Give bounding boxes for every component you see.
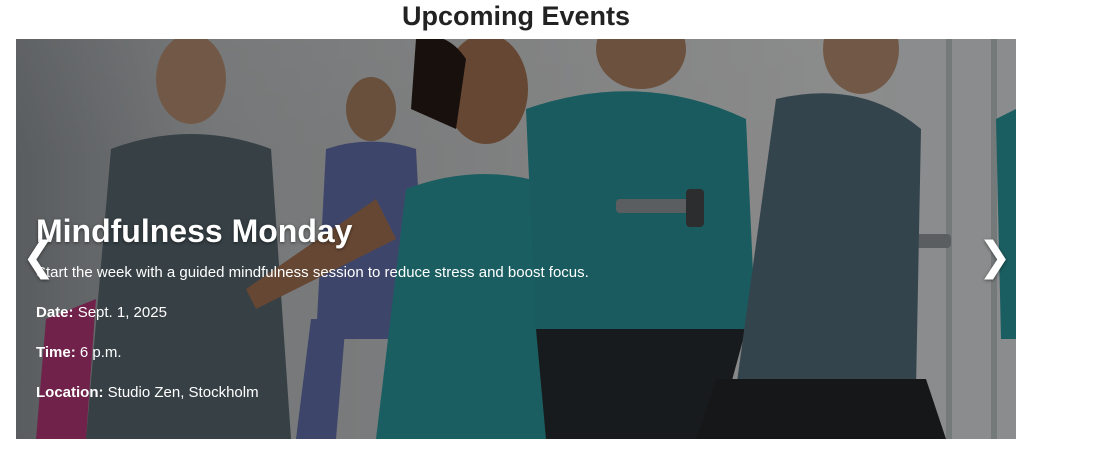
event-date-value: Sept. 1, 2025 (77, 304, 167, 321)
event-description: Start the week with a guided mindfulness… (36, 264, 589, 281)
event-time-label: Time: (36, 344, 76, 361)
event-location-label: Location: (36, 384, 104, 401)
event-time-value: 6 p.m. (79, 344, 122, 361)
event-date-label: Date: (36, 304, 74, 321)
event-location-value: Studio Zen, Stockholm (107, 384, 259, 401)
events-carousel: Mindfulness Monday Start the week with a… (16, 39, 1016, 439)
chevron-left-icon: ❮ (22, 235, 56, 279)
slide-caption: Mindfulness Monday Start the week with a… (36, 211, 836, 423)
chevron-right-icon: ❯ (978, 235, 1012, 279)
section-title: Upcoming Events (401, 1, 631, 31)
event-time: Time: 6 p.m. (36, 343, 836, 363)
carousel-next-button[interactable]: ❯ (978, 235, 1012, 283)
carousel-prev-button[interactable]: ❮ (22, 235, 56, 283)
event-title: Mindfulness Monday (36, 213, 353, 249)
event-date: Date: Sept. 1, 2025 (36, 303, 836, 323)
event-location: Location: Studio Zen, Stockholm (36, 383, 836, 403)
